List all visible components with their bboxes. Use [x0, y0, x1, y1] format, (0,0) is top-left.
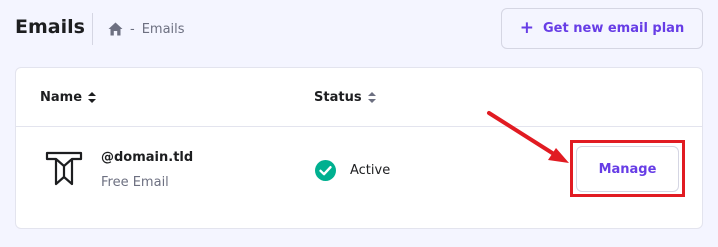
header-divider: [92, 13, 93, 45]
page-title: Emails: [15, 16, 85, 38]
get-new-email-plan-button[interactable]: + Get new email plan: [501, 8, 703, 49]
email-plan-icon: [45, 151, 83, 186]
column-header-name-label: Name: [40, 90, 83, 105]
status-badge: Active: [350, 163, 391, 178]
row-divider: [16, 126, 702, 127]
column-header-status-label: Status: [314, 90, 362, 105]
check-circle-icon: [315, 160, 336, 181]
column-header-status[interactable]: Status: [314, 90, 376, 105]
breadcrumb-separator: -: [130, 21, 135, 37]
column-header-name[interactable]: Name: [40, 90, 97, 105]
breadcrumb-current: Emails: [141, 21, 185, 37]
manage-button[interactable]: Manage: [576, 146, 679, 192]
breadcrumb: - Emails: [108, 20, 185, 38]
email-domain: @domain.tld: [101, 150, 194, 165]
plus-icon: +: [519, 18, 535, 38]
sort-icon: [88, 92, 97, 103]
home-icon[interactable]: [108, 22, 123, 36]
sort-icon: [367, 92, 376, 103]
email-plan-type: Free Email: [101, 175, 169, 190]
page-header: Emails - Emails + Get new email plan: [0, 0, 718, 60]
get-new-email-plan-label: Get new email plan: [543, 21, 685, 36]
